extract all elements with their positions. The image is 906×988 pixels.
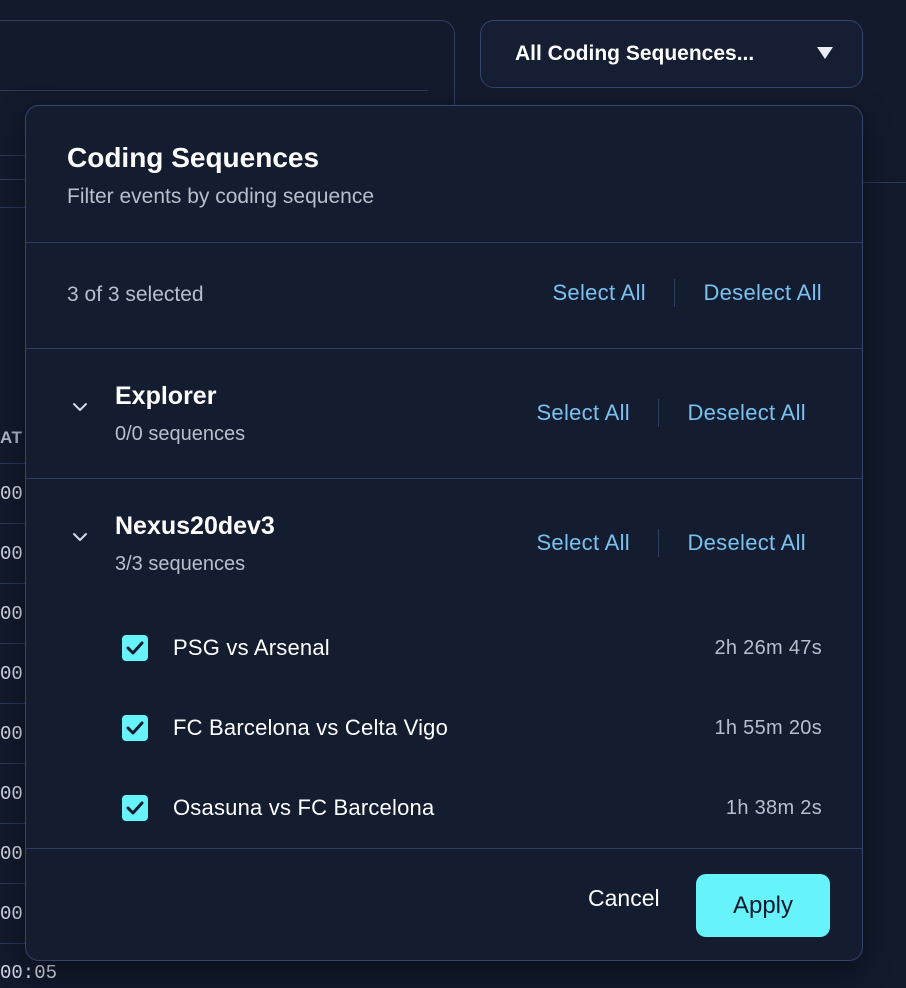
chevron-down-icon[interactable]	[70, 397, 90, 417]
group-sequence-count: 0/0 sequences	[115, 423, 246, 445]
background-divider	[860, 182, 906, 183]
link-separator	[657, 399, 660, 427]
sequence-duration: 1h 55m 20s	[714, 716, 822, 739]
sequence-item[interactable]: Osasuna vs FC Barcelona 1h 38m 2s	[122, 788, 822, 828]
dropdown-label: All Coding Sequences...	[515, 42, 755, 65]
group-name: Explorer	[115, 382, 217, 410]
chevron-down-icon[interactable]	[70, 527, 90, 547]
background-row-divider	[0, 883, 26, 884]
group-name: Nexus20dev3	[115, 512, 275, 540]
background-divider	[0, 207, 28, 208]
group-selection-links: Select All Deselect All	[536, 399, 806, 427]
triangle-down-icon	[816, 44, 834, 65]
sequence-name: Osasuna vs FC Barcelona	[173, 795, 435, 820]
link-separator	[673, 279, 676, 307]
apply-button[interactable]: Apply	[696, 874, 830, 937]
group-sequence-count: 3/3 sequences	[115, 553, 246, 575]
background-row-divider	[0, 943, 26, 944]
sequence-item[interactable]: FC Barcelona vs Celta Vigo 1h 55m 20s	[122, 708, 822, 748]
group-select-all-link[interactable]: Select All	[536, 400, 630, 426]
checkmark-icon	[126, 641, 144, 655]
popover-title: Coding Sequences	[67, 142, 320, 173]
link-separator	[657, 529, 660, 557]
popover-header: Coding Sequences Filter events by coding…	[26, 106, 862, 243]
selection-count: 3 of 3 selected	[67, 283, 204, 306]
select-all-link[interactable]: Select All	[552, 280, 646, 306]
background-table-row: 00:05	[0, 962, 58, 984]
background-row-divider	[0, 583, 26, 584]
background-row-divider	[0, 463, 26, 464]
deselect-all-link[interactable]: Deselect All	[703, 280, 822, 306]
group-selection-links: Select All Deselect All	[536, 529, 806, 557]
checkbox-checked[interactable]	[122, 715, 148, 741]
group-explorer: Explorer 0/0 sequences Select All Desele…	[26, 349, 862, 479]
background-row-divider	[0, 643, 26, 644]
background-row-divider	[0, 823, 26, 824]
coding-sequences-popover: Coding Sequences Filter events by coding…	[25, 105, 863, 961]
group-deselect-all-link[interactable]: Deselect All	[687, 530, 806, 556]
background-divider	[0, 90, 428, 91]
sequence-name: FC Barcelona vs Celta Vigo	[173, 715, 449, 740]
sequence-item[interactable]: PSG vs Arsenal 2h 26m 47s	[122, 628, 822, 668]
background-divider	[0, 155, 28, 156]
background-row-divider	[0, 763, 26, 764]
checkmark-icon	[126, 721, 144, 735]
checkmark-icon	[126, 801, 144, 815]
sequence-name: PSG vs Arsenal	[173, 635, 330, 660]
group-select-all-link[interactable]: Select All	[536, 530, 630, 556]
selection-summary-row: 3 of 3 selected Select All Deselect All	[26, 243, 862, 349]
sequence-duration: 1h 38m 2s	[725, 796, 822, 819]
background-column-header: AT	[0, 428, 23, 447]
coding-sequences-dropdown[interactable]: All Coding Sequences...	[480, 20, 863, 88]
global-selection-links: Select All Deselect All	[552, 279, 822, 307]
popover-subtitle: Filter events by coding sequence	[67, 185, 375, 208]
checkbox-checked[interactable]	[122, 635, 148, 661]
background-row-divider	[0, 703, 26, 704]
group-deselect-all-link[interactable]: Deselect All	[687, 400, 806, 426]
sequence-duration: 2h 26m 47s	[714, 636, 822, 659]
checkbox-checked[interactable]	[122, 795, 148, 821]
background-row-divider	[0, 523, 26, 524]
cancel-button[interactable]: Cancel	[588, 885, 660, 912]
group-nexus20dev3: Nexus20dev3 3/3 sequences Select All Des…	[26, 479, 862, 849]
popover-footer: Cancel Apply	[26, 849, 862, 960]
